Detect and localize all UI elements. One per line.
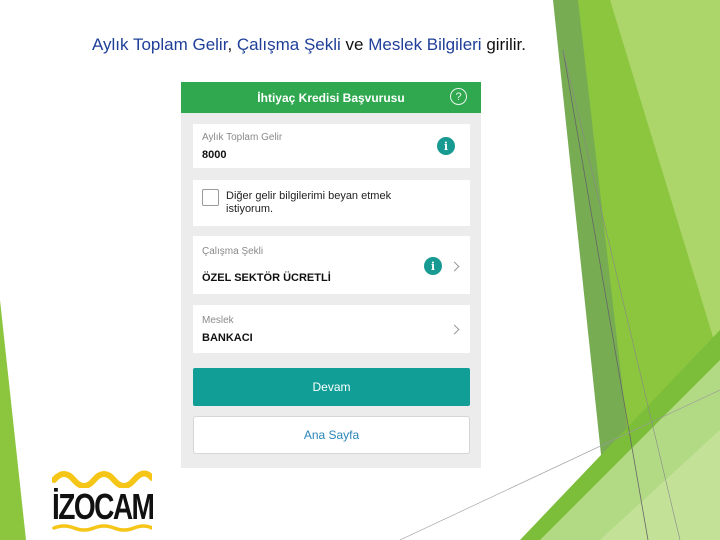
headline-profession: Meslek Bilgileri [368,35,482,54]
question-circle-icon[interactable]: ? [450,88,467,105]
logo-wave-top [52,470,152,488]
chevron-right-icon[interactable] [449,261,460,272]
info-icon[interactable]: i [437,137,455,155]
chevron-right-icon[interactable] [449,324,460,335]
work-type-field[interactable]: Çalışma Şekli ÖZEL SEKTÖR ÜCRETLİ i [193,236,470,294]
app-title: İhtiyaç Kredisi Başvurusu [257,90,405,105]
app-screenshot: İhtiyaç Kredisi Başvurusu ? Aylık Toplam… [181,82,481,468]
left-green-wedge [0,300,26,540]
income-label: Aylık Toplam Gelir [202,132,283,143]
headline-work-type: Çalışma Şekli [236,35,341,54]
work-type-value: ÖZEL SEKTÖR ÜCRETLİ [202,272,331,284]
work-type-label: Çalışma Şekli [202,246,264,257]
income-field[interactable]: Aylık Toplam Gelir 8000 i [193,124,470,168]
app-header: İhtiyaç Kredisi Başvurusu ? [181,82,481,113]
other-income-checkbox[interactable] [202,189,219,206]
home-button[interactable]: Ana Sayfa [193,416,470,454]
income-value[interactable]: 8000 [202,149,226,161]
continue-button[interactable]: Devam [193,368,470,406]
headline-separator: , [227,35,237,54]
slide-headline: Aylık Toplam Gelir, Çalışma Şekli ve Mes… [92,35,526,55]
info-icon[interactable]: i [424,257,442,275]
izocam-logo: İZOCAM [50,466,155,532]
profession-label: Meslek [202,315,234,326]
other-income-label: Diğer gelir bilgilerimi beyan etmek isti… [226,190,392,215]
headline-tail: girilir. [481,35,526,54]
other-income-option[interactable]: Diğer gelir bilgilerimi beyan etmek isti… [193,180,470,226]
logo-wave-bottom [52,524,152,532]
headline-income: Aylık Toplam Gelir [92,35,228,54]
headline-and: ve [340,35,369,54]
logo-text: İZOCAM [52,486,155,527]
profession-value: BANKACI [202,332,253,344]
profession-field[interactable]: Meslek BANKACI [193,305,470,353]
